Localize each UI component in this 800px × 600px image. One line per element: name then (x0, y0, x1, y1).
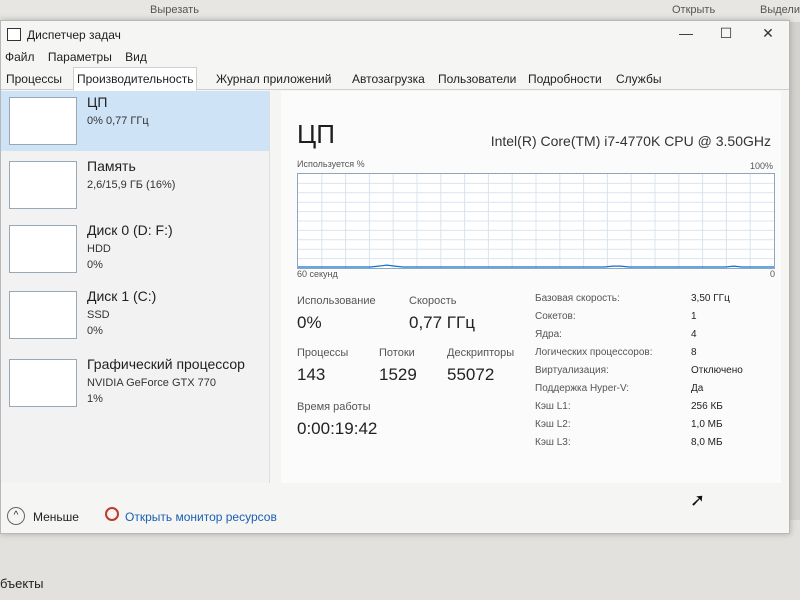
memory-thumbnail-graph (9, 161, 77, 209)
spec-value: 8,0 МБ (691, 437, 723, 448)
menu-view[interactable]: Вид (125, 50, 147, 64)
spec-value: 1,0 МБ (691, 419, 723, 430)
cpu-model-name: Intel(R) Core(TM) i7-4770K CPU @ 3.50GHz (490, 133, 771, 149)
bg-cut-label: Вырезать (150, 4, 199, 16)
uptime-label: Время работы (297, 401, 371, 413)
resource-name: Графический процессор (87, 356, 245, 372)
graph-y-label: Используется % (297, 159, 365, 169)
minimize-button[interactable]: — (671, 25, 701, 43)
resource-disk-0[interactable]: Диск 0 (D: F:) HDD 0% (1, 219, 269, 279)
processes-value: 143 (297, 365, 326, 384)
disk0-thumbnail-graph (9, 225, 77, 273)
cpu-usage-graph (297, 173, 775, 269)
menu-options[interactable]: Параметры (48, 50, 112, 64)
tab-details[interactable]: Подробности (525, 70, 605, 88)
tab-startup[interactable]: Автозагрузка (349, 70, 428, 88)
window-title: Диспетчер задач (27, 28, 121, 42)
spec-label: Сокетов: (535, 311, 576, 322)
threads-label: Потоки (379, 347, 415, 359)
spec-value: Отключено (691, 365, 743, 376)
resource-name: Память (87, 158, 136, 174)
resource-name: Диск 1 (C:) (87, 288, 157, 304)
disk1-thumbnail-graph (9, 291, 77, 339)
footer-bar: ^ Меньше Открыть монитор ресурсов (1, 483, 789, 533)
spec-value: 1 (691, 311, 697, 322)
spec-value: 8 (691, 347, 697, 358)
resource-memory[interactable]: Память 2,6/15,9 ГБ (16%) (1, 155, 269, 215)
resource-detail: 2,6/15,9 ГБ (16%) (87, 179, 176, 191)
uptime-value: 0:00:19:42 (297, 419, 378, 438)
panel-title: ЦП (297, 119, 335, 149)
speed-label: Скорость (409, 295, 457, 307)
resource-monitor-icon[interactable] (105, 507, 119, 521)
cpu-detail-panel: ЦП Intel(R) Core(TM) i7-4770K CPU @ 3.50… (281, 91, 781, 483)
spec-value: 3,50 ГГц (691, 293, 730, 304)
gpu-thumbnail-graph (9, 359, 77, 407)
resource-name: ЦП (87, 94, 108, 110)
spec-label: Базовая скорость: (535, 293, 620, 304)
spec-label: Ядра: (535, 329, 562, 340)
spec-label: Кэш L2: (535, 419, 571, 430)
background-toolbar: Вырезать Открыть Выделит (0, 0, 800, 22)
resource-detail: 1% (87, 393, 103, 405)
threads-value: 1529 (379, 365, 417, 384)
menu-file[interactable]: Файл (5, 50, 35, 64)
title-bar[interactable]: Диспетчер задач — ☐ ✕ (1, 21, 789, 47)
resource-gpu[interactable]: Графический процессор NVIDIA GeForce GTX… (1, 353, 269, 413)
resource-disk-1[interactable]: Диск 1 (C:) SSD 0% (1, 285, 269, 345)
spec-label: Виртуализация: (535, 365, 609, 376)
graph-y-max: 100% (749, 161, 773, 171)
graph-x-label: 60 секунд (297, 269, 338, 279)
fewer-details-button[interactable]: Меньше (33, 510, 79, 524)
resource-detail: 0% (87, 325, 103, 337)
tab-bar: Процессы Производительность Журнал прило… (1, 67, 789, 91)
spec-label: Логических процессоров: (535, 347, 653, 358)
usage-label: Использование (297, 295, 376, 307)
resource-cpu[interactable]: ЦП 0% 0,77 ГГц (1, 91, 269, 151)
usage-value: 0% (297, 313, 322, 332)
close-button[interactable]: ✕ (753, 25, 783, 43)
bg-open-label: Открыть (672, 4, 716, 16)
tab-app-history[interactable]: Журнал приложений (213, 70, 334, 88)
spec-label: Поддержка Hyper-V: (535, 383, 630, 394)
resource-detail: 0% (87, 259, 103, 271)
task-manager-icon (7, 28, 21, 41)
speed-value: 0,77 ГГц (409, 313, 475, 332)
spec-value: 256 КБ (691, 401, 723, 412)
spec-value: 4 (691, 329, 697, 340)
handles-value: 55072 (447, 365, 495, 384)
spec-label: Кэш L1: (535, 401, 571, 412)
spec-value: Да (691, 383, 704, 394)
tab-processes[interactable]: Процессы (3, 70, 65, 88)
processes-label: Процессы (297, 347, 349, 359)
cpu-thumbnail-graph (9, 97, 77, 145)
resource-type: NVIDIA GeForce GTX 770 (87, 377, 216, 389)
resource-type: HDD (87, 243, 111, 255)
resource-list: ЦП 0% 0,77 ГГц Память 2,6/15,9 ГБ (16%) … (1, 91, 270, 483)
tab-users[interactable]: Пользователи (435, 70, 519, 88)
maximize-button[interactable]: ☐ (711, 25, 741, 43)
tab-services[interactable]: Службы (613, 70, 664, 88)
mouse-cursor-icon: ➚ (690, 490, 706, 510)
resource-name: Диск 0 (D: F:) (87, 222, 173, 238)
resource-detail: 0% 0,77 ГГц (87, 115, 149, 127)
graph-x-min: 0 (769, 269, 775, 279)
task-manager-window: Диспетчер задач — ☐ ✕ Файл Параметры Вид… (0, 20, 790, 534)
bg-select-label: Выделит (760, 4, 800, 16)
spec-label: Кэш L3: (535, 437, 571, 448)
menu-bar: Файл Параметры Вид (1, 47, 789, 67)
open-resource-monitor-link[interactable]: Открыть монитор ресурсов (125, 510, 277, 524)
resource-type: SSD (87, 309, 110, 321)
chevron-up-icon[interactable]: ^ (7, 507, 25, 525)
bg-objects-label: бъекты (0, 576, 44, 591)
handles-label: Дескрипторы (447, 347, 515, 359)
tab-performance[interactable]: Производительность (73, 67, 198, 91)
